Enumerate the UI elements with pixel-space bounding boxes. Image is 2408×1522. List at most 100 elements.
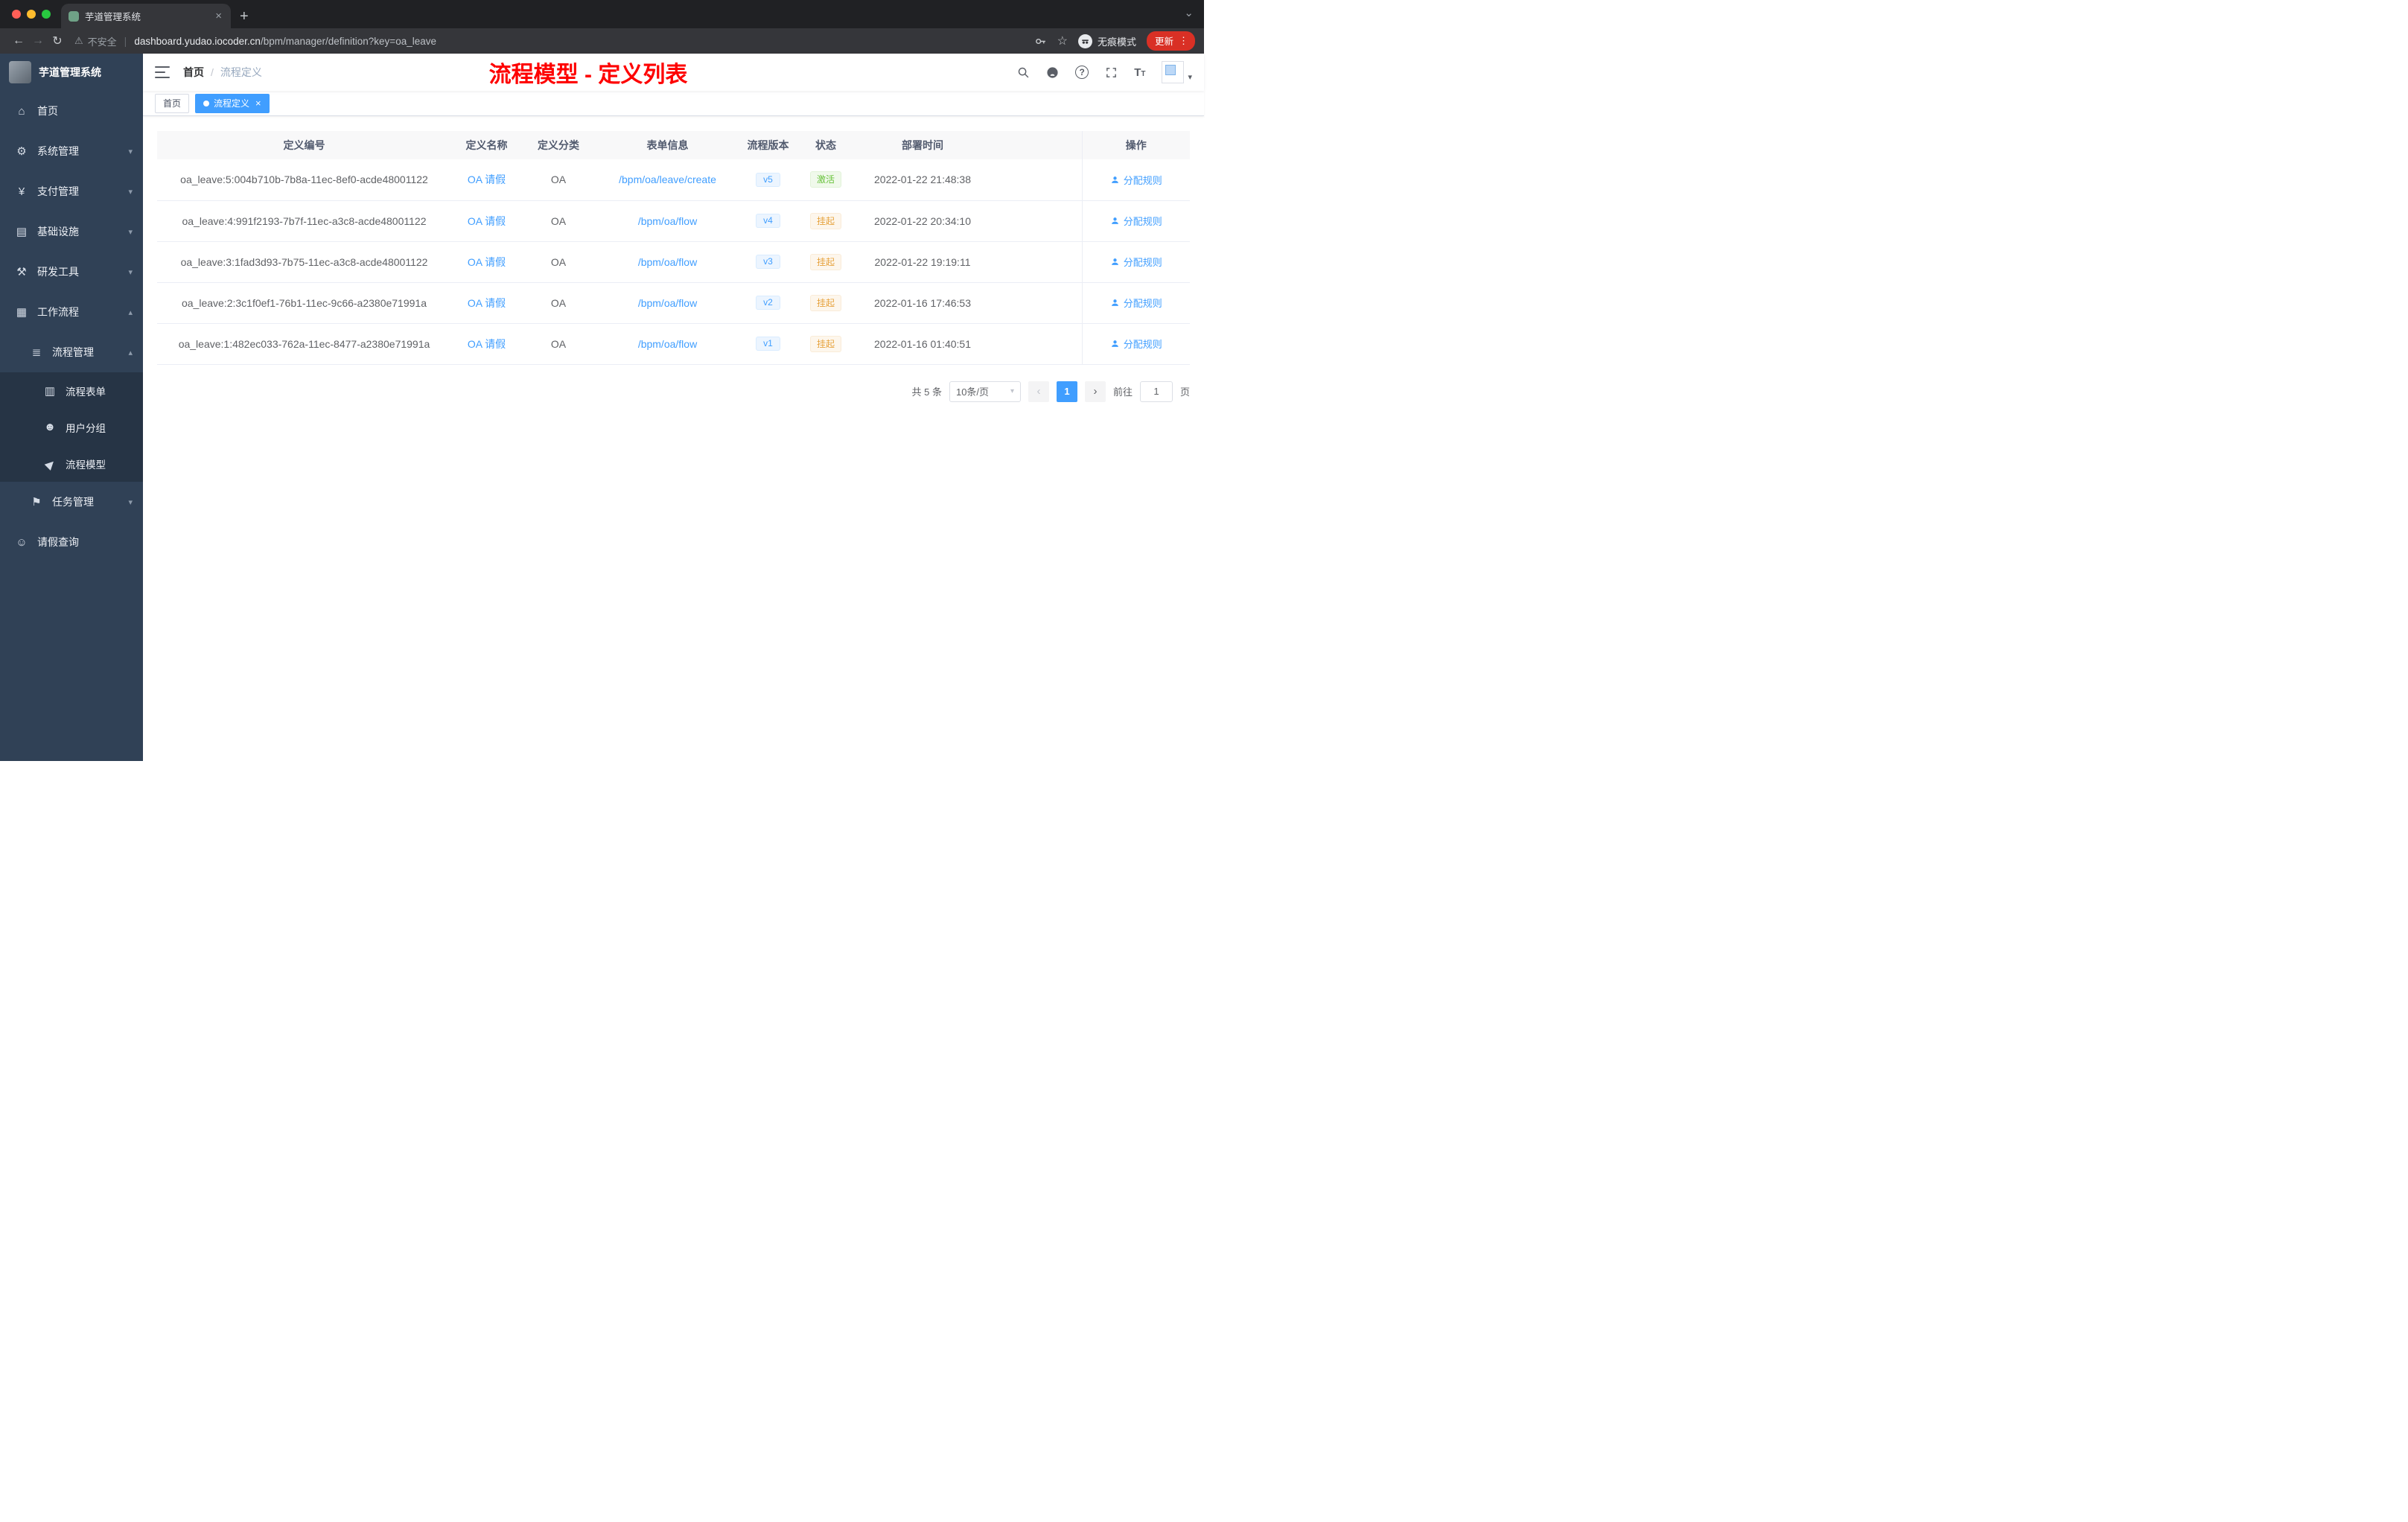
url-path: /bpm/manager/definition?key=oa_leave [260,35,436,47]
goto-label: 前往 [1112,386,1133,398]
tag-process-definition[interactable]: 流程定义 × [195,93,270,113]
sidebar-item-infrastructure[interactable]: ▤ 基础设施 [0,211,143,252]
gear-icon: ⚙ [16,145,27,158]
definition-name-link[interactable]: OA 请假 [468,173,506,185]
cell-category: OA [522,241,595,283]
cell-category: OA [522,323,595,365]
update-button[interactable]: 更新 ⋮ [1146,31,1195,51]
col-process-version: 流程版本 [740,131,796,159]
definition-name-link[interactable]: OA 请假 [468,338,506,350]
page-number-button[interactable]: 1 [1056,380,1077,402]
cell-category: OA [522,200,595,242]
address-bar[interactable]: dashboard.yudao.iocoder.cn/bpm/manager/d… [134,36,1026,47]
col-status: 状态 [796,131,856,159]
col-definition-id: 定义编号 [157,131,451,159]
sidebar-item-label: 系统管理 [37,145,79,157]
sidebar-item-user-group[interactable]: ☻ 用户分组 [0,409,143,445]
bookmark-star-icon[interactable]: ☆ [1057,34,1068,48]
process-list-icon: ≣ [31,346,42,359]
sidebar-item-label: 工作流程 [37,306,79,318]
user-group-icon: ☻ [44,421,56,433]
font-size-icon[interactable]: TT [1134,66,1145,79]
tab-close-icon[interactable]: × [214,10,223,22]
back-button[interactable]: ← [9,34,28,48]
sidebar-item-process-form[interactable]: ▥ 流程表单 [0,372,143,409]
chevron-down-icon: ▾ [1010,387,1014,395]
page-size-select[interactable]: 10条/页 ▾ [949,380,1021,402]
chevron-up-icon [128,308,133,317]
definition-name-link[interactable]: OA 请假 [468,297,506,309]
forward-button[interactable]: → [28,34,48,48]
sidebar-item-dev-tools[interactable]: ⚒ 研发工具 [0,252,143,292]
zoom-window-button[interactable] [42,10,51,19]
tags-bar: 首页 流程定义 × [143,91,1204,116]
security-indicator[interactable]: ⚠ 不安全 [74,34,117,48]
sidebar-item-workflow[interactable]: ▦ 工作流程 [0,292,143,332]
sidebar-item-label: 支付管理 [37,185,79,197]
chevron-down-icon [128,497,133,507]
key-icon[interactable] [1034,35,1047,48]
search-icon[interactable] [1017,66,1030,79]
form-link[interactable]: /bpm/oa/flow [638,297,697,309]
form-link[interactable]: /bpm/oa/flow [638,338,697,350]
sidebar-item-task-management[interactable]: ⚑ 任务管理 [0,482,143,522]
breadcrumb-home[interactable]: 首页 [183,65,204,80]
github-icon[interactable] [1046,66,1059,79]
cell-filler [990,159,1082,201]
sidebar-toggle-icon[interactable] [155,66,170,78]
table-row: oa_leave:2:3c1f0ef1-76b1-11ec-9c66-a2380… [157,282,1190,324]
window-controls [0,10,61,19]
tag-close-icon[interactable]: × [255,98,261,109]
app-shell: 芋道管理系统 ⌂ 首页 ⚙ 系统管理 ¥ 支付管理 ▤ 基础设施 ⚒ 研发工具 … [0,54,1204,761]
sidebar-item-leave-query[interactable]: ☺ 请假查询 [0,522,143,562]
tab-search-chevron-icon[interactable]: ⌄ [1184,6,1194,19]
assign-rule-link[interactable]: 分配规则 [1110,214,1162,228]
prev-page-button[interactable]: ‹ [1028,380,1049,402]
avatar[interactable] [1162,61,1185,83]
assign-rule-link[interactable]: 分配规则 [1110,296,1162,310]
version-badge: v3 [756,255,780,269]
cell-deploy-time: 2022-01-22 19:19:11 [856,241,990,283]
sidebar-item-payment-management[interactable]: ¥ 支付管理 [0,171,143,211]
tag-home[interactable]: 首页 [155,93,190,113]
cell-filler [990,241,1082,283]
browser-tab[interactable]: 芋道管理系统 × [61,4,231,28]
help-icon[interactable]: ? [1075,66,1089,79]
page-content: 定义编号 定义名称 定义分类 表单信息 流程版本 状态 部署时间 操作 oa_l… [143,116,1204,761]
assign-rule-link[interactable]: 分配规则 [1110,337,1162,351]
new-tab-button[interactable]: + [240,8,249,25]
cell-definition-id: oa_leave:1:482ec033-762a-11ec-8477-a2380… [157,323,451,365]
form-link[interactable]: /bpm/oa/flow [638,215,697,227]
form-link[interactable]: /bpm/oa/flow [638,256,697,268]
form-icon: ▥ [44,384,56,398]
definition-name-link[interactable]: OA 请假 [468,215,506,227]
incognito-indicator[interactable]: 无痕模式 [1077,34,1136,48]
form-link[interactable]: /bpm/oa/leave/create [619,173,716,185]
goto-page-input[interactable] [1139,380,1173,402]
col-form-info: 表单信息 [595,131,740,159]
assign-rule-link[interactable]: 分配规则 [1110,255,1162,269]
user-avatar-menu[interactable]: ▾ [1162,61,1192,83]
sidebar-item-home[interactable]: ⌂ 首页 [0,91,143,131]
sidebar-item-process-management[interactable]: ≣ 流程管理 [0,332,143,372]
breadcrumb-separator: / [211,66,214,78]
cell-filler [990,323,1082,365]
sidebar-item-label: 基础设施 [37,226,79,238]
sidebar-item-process-model[interactable]: ▶ 流程模型 [0,445,143,482]
reload-button[interactable]: ↻ [48,34,67,48]
sidebar-item-system-management[interactable]: ⚙ 系统管理 [0,131,143,171]
close-window-button[interactable] [12,10,21,19]
workflow-icon: ▦ [16,306,28,319]
next-page-button[interactable]: › [1084,380,1106,402]
warning-icon: ⚠ [74,35,83,46]
active-dot-icon [203,100,210,106]
browser-menu-icon[interactable]: ⋮ [1179,35,1188,47]
fullscreen-icon[interactable] [1105,66,1118,79]
col-filler [990,131,1082,159]
minimize-window-button[interactable] [27,10,36,19]
assign-rule-link[interactable]: 分配规则 [1110,173,1162,187]
definition-name-link[interactable]: OA 请假 [468,256,506,268]
sidebar-item-label: 首页 [37,105,58,117]
app-navbar: 首页 / 流程定义 流程模型 - 定义列表 ? TT ▾ [143,54,1204,91]
tab-title: 芋道管理系统 [85,12,141,22]
